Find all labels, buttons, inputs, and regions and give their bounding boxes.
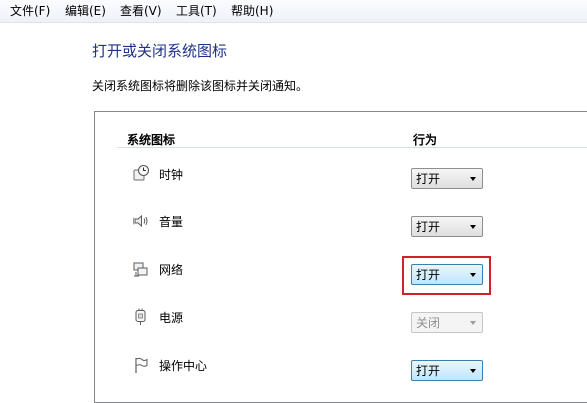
volume-icon [132,214,148,228]
dropdown-value: 打开 [416,172,441,186]
page-description: 关闭系统图标将删除该图标并关闭通知。 [92,79,309,93]
menu-bar: 文件(F) 编辑(E) 查看(V) 工具(T) 帮助(H) [0,0,587,23]
network-icon [133,262,148,277]
system-icons-panel: 系统图标 行为 时钟 打开 音量 打开 网络 打开 电源 关闭 操作中心 打开 [94,111,587,403]
volume-behavior-dropdown[interactable]: 打开 [411,216,483,237]
menu-tools[interactable]: 工具(T) [176,3,217,19]
chevron-down-icon [470,321,476,325]
row-label-network: 网络 [159,263,184,277]
dropdown-value: 打开 [416,364,441,378]
clock-behavior-dropdown[interactable]: 打开 [411,168,483,189]
row-label-action-center: 操作中心 [159,359,208,373]
chevron-down-icon [470,225,476,229]
menu-help[interactable]: 帮助(H) [231,3,273,19]
page-title: 打开或关闭系统图标 [92,42,228,60]
row-label-clock: 时钟 [159,168,184,182]
clock-icon [133,164,150,181]
action-center-flag-icon [135,357,148,373]
dropdown-value: 关闭 [416,316,441,330]
row-label-power: 电源 [159,311,184,325]
highlight-box [402,256,491,295]
column-header-system-icons: 系统图标 [127,133,176,147]
menu-view[interactable]: 查看(V) [120,3,162,19]
header-divider [117,147,587,148]
dropdown-value: 打开 [416,220,441,234]
menu-file[interactable]: 文件(F) [10,3,50,19]
power-icon [135,308,146,325]
row-label-volume: 音量 [159,215,184,229]
action-center-behavior-dropdown[interactable]: 打开 [411,360,483,381]
menu-edit[interactable]: 编辑(E) [65,3,106,19]
chevron-down-icon [470,369,476,373]
column-header-behavior: 行为 [413,133,438,147]
power-behavior-dropdown: 关闭 [411,312,483,333]
chevron-down-icon [470,177,476,181]
